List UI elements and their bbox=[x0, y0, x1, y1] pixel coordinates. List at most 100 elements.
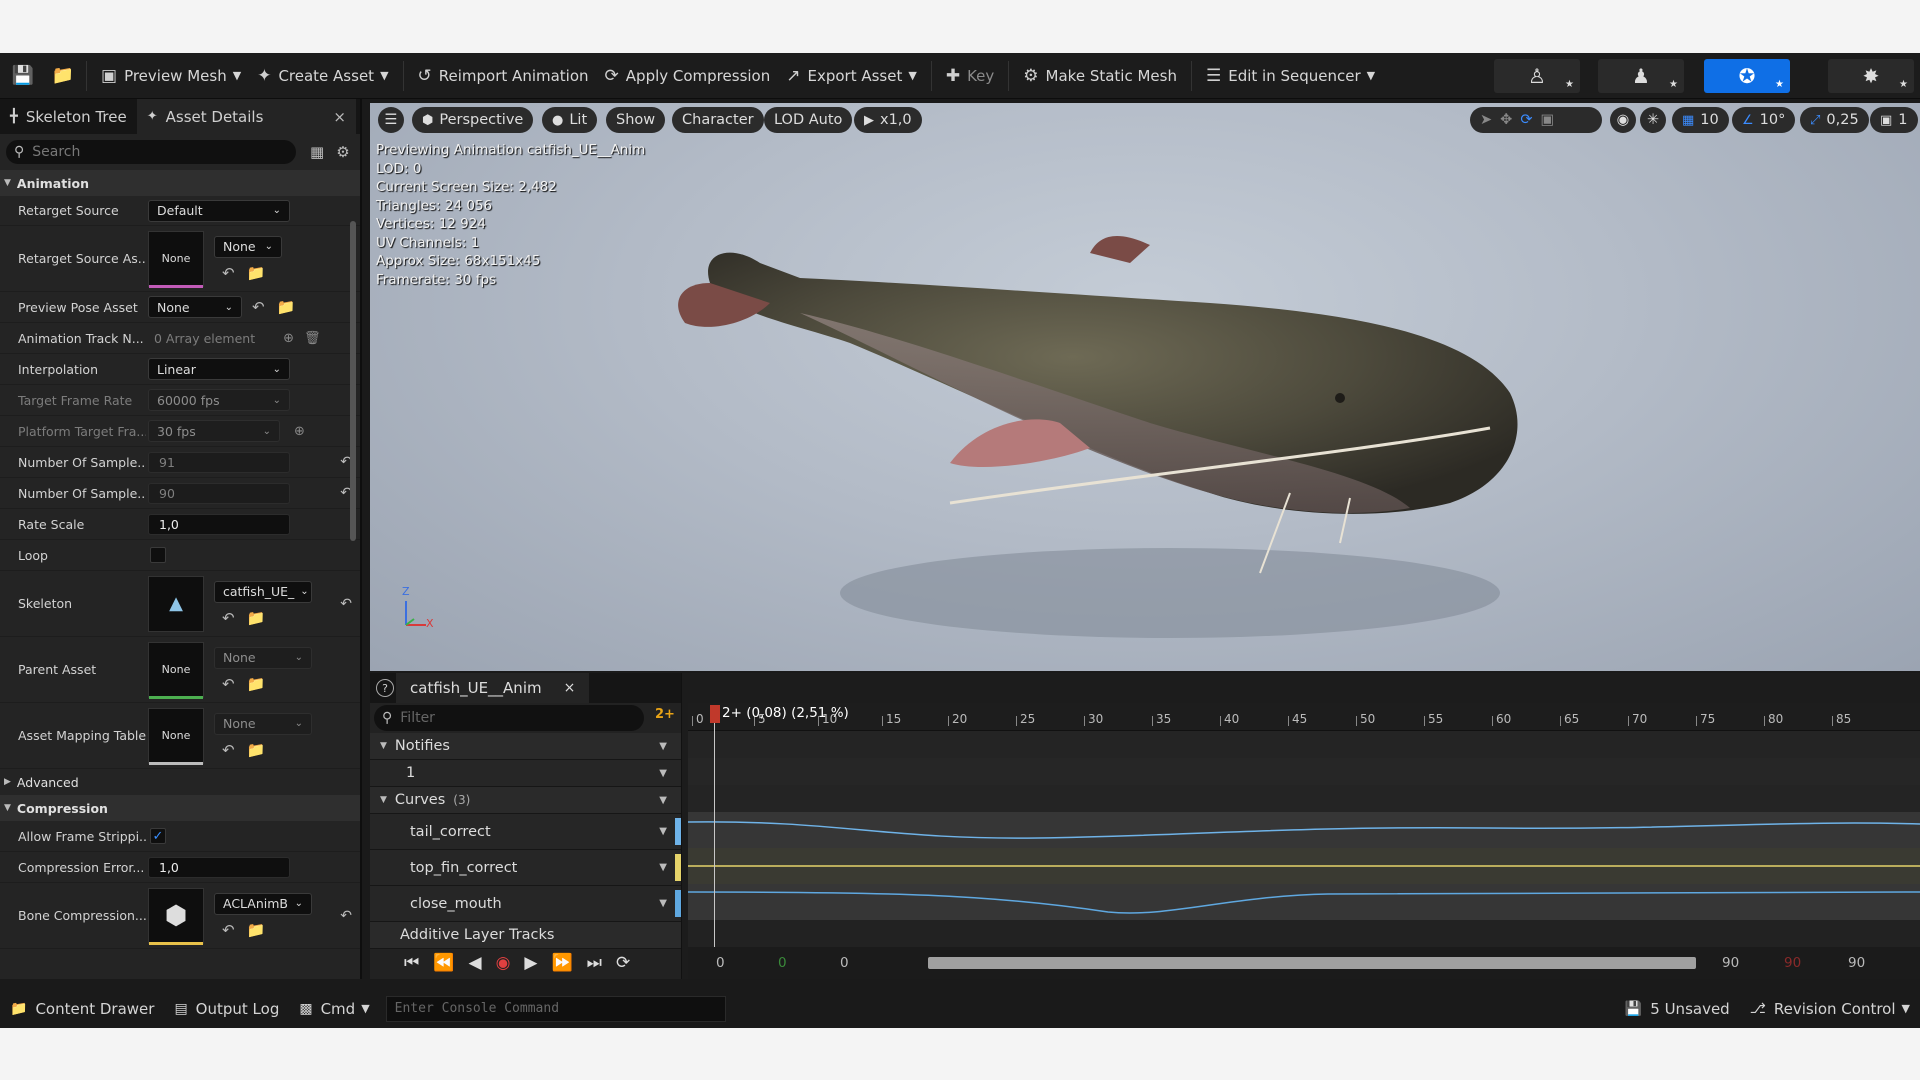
loop-checkbox[interactable] bbox=[150, 547, 166, 563]
asset-mapping-thumbnail[interactable]: None bbox=[148, 707, 204, 765]
step-forward-icon[interactable]: ⏩ bbox=[551, 953, 572, 973]
browse-icon[interactable]: 📁 bbox=[247, 921, 266, 939]
loop-icon[interactable]: ⟳ bbox=[616, 953, 630, 973]
browse-icon[interactable]: 📁 bbox=[247, 675, 266, 693]
playback-speed-button[interactable]: ▶ x1,0 bbox=[854, 107, 922, 133]
asset-thumbnail[interactable]: None bbox=[148, 230, 204, 288]
preview-pose-dropdown[interactable]: None ⌄ bbox=[148, 296, 242, 318]
advanced-category[interactable]: ▶ Advanced bbox=[0, 769, 360, 795]
reset-icon[interactable]: ↶ bbox=[340, 596, 352, 612]
rotation-snap-button[interactable]: ∠ 10° bbox=[1732, 107, 1796, 133]
use-selected-icon[interactable]: ↶ bbox=[222, 675, 235, 693]
use-selected-icon[interactable]: ↶ bbox=[222, 264, 235, 282]
select-icon[interactable]: ➤ bbox=[1480, 112, 1500, 128]
use-selected-icon[interactable]: ↶ bbox=[222, 921, 235, 939]
tail-curve-lane[interactable] bbox=[688, 812, 1920, 848]
surface-snap-button[interactable]: ✳ bbox=[1640, 107, 1666, 133]
skeleton-dropdown[interactable]: catfish_UE_ ⌄ bbox=[214, 580, 312, 603]
range-start[interactable]: 0 bbox=[716, 955, 725, 971]
browse-icon[interactable]: 📁 bbox=[46, 59, 80, 93]
use-selected-icon[interactable]: ↶ bbox=[222, 741, 235, 759]
reset-icon[interactable]: ↶ bbox=[340, 908, 352, 924]
chevron-down-icon[interactable]: ▼ bbox=[659, 826, 667, 837]
perspective-button[interactable]: ⬢ Perspective bbox=[412, 107, 534, 133]
use-selected-icon[interactable]: ↶ bbox=[252, 298, 265, 316]
chevron-down-icon[interactable]: ▼ bbox=[659, 862, 667, 873]
asset-mapping-dropdown[interactable]: None ⌄ bbox=[214, 712, 312, 735]
bone-compression-thumbnail[interactable]: ⬢ bbox=[148, 887, 204, 945]
details-scrollbar[interactable] bbox=[350, 221, 356, 541]
output-log-button[interactable]: ▤ Output Log bbox=[164, 989, 289, 1028]
retarget-source-dropdown[interactable]: Default ⌄ bbox=[148, 199, 290, 222]
tab-asset-details[interactable]: ✦ Asset Details × bbox=[136, 99, 356, 134]
play-reverse-icon[interactable]: ◀ bbox=[468, 953, 481, 973]
animation-category[interactable]: ▼ Animation bbox=[0, 170, 360, 196]
search-input[interactable]: ⚲ Search bbox=[6, 140, 296, 164]
move-icon[interactable]: ✥ bbox=[1500, 112, 1520, 128]
lod-button[interactable]: LOD Auto bbox=[764, 107, 853, 133]
chevron-down-icon[interactable]: ▼ bbox=[659, 741, 667, 752]
curves-track[interactable]: ▼ Curves (3) ▼ bbox=[370, 787, 681, 814]
tab-anim-asset[interactable]: catfish_UE__Anim × bbox=[396, 673, 590, 703]
parent-asset-dropdown[interactable]: None ⌄ bbox=[214, 646, 312, 669]
preview-mesh-button[interactable]: ▣ Preview Mesh ▼ bbox=[93, 59, 249, 93]
curves-lane[interactable] bbox=[688, 785, 1920, 812]
cmd-dropdown[interactable]: ▩ Cmd ▼ bbox=[289, 989, 379, 1028]
physics-mode-button[interactable]: ✸ ★ bbox=[1828, 59, 1914, 93]
skip-to-start-icon[interactable]: ⏮ bbox=[404, 953, 419, 973]
timeline-tracks-area[interactable]: 0 5 10 15 20 25 30 35 40 45 50 55 60 65 … bbox=[688, 703, 1920, 979]
transform-tools[interactable]: ➤ ✥ ⟳ ▣ bbox=[1470, 107, 1602, 133]
time-ruler[interactable]: 0 5 10 15 20 25 30 35 40 45 50 55 60 65 … bbox=[688, 703, 1920, 731]
notifies-lane[interactable] bbox=[688, 731, 1920, 758]
interpolation-dropdown[interactable]: Linear ⌄ bbox=[148, 358, 290, 380]
revision-control-button[interactable]: ⎇ Revision Control ▼ bbox=[1740, 989, 1920, 1028]
scale-snap-button[interactable]: ⤢ 0,25 bbox=[1800, 107, 1869, 133]
content-drawer-button[interactable]: 📁 Content Drawer bbox=[0, 989, 164, 1028]
reimport-animation-button[interactable]: ↺ Reimport Animation bbox=[410, 59, 597, 93]
settings-icon[interactable]: ⚙ bbox=[336, 143, 349, 161]
filter-input[interactable]: ⚲ Filter bbox=[374, 705, 644, 731]
mesh-mode-button[interactable]: ♟ ★ bbox=[1598, 59, 1684, 93]
browse-icon[interactable]: 📁 bbox=[247, 609, 266, 627]
close-icon[interactable]: × bbox=[564, 680, 576, 696]
trash-icon[interactable]: 🗑 bbox=[304, 331, 321, 346]
curve-track-tail[interactable]: tail_correct ▼ bbox=[370, 814, 681, 850]
play-icon[interactable]: ▶ bbox=[524, 953, 537, 973]
use-selected-icon[interactable]: ↶ bbox=[222, 609, 235, 627]
notifies-track[interactable]: ▼ Notifies ▼ bbox=[370, 733, 681, 760]
grid-snap-button[interactable]: ▦ 10 bbox=[1672, 107, 1729, 133]
rotate-icon[interactable]: ⟳ bbox=[1520, 112, 1540, 128]
make-static-mesh-button[interactable]: ⚙ Make Static Mesh bbox=[1015, 59, 1185, 93]
view-start[interactable]: 0 bbox=[840, 955, 849, 971]
skeleton-thumbnail[interactable]: ▲ bbox=[148, 575, 204, 632]
chevron-down-icon[interactable]: ▼ bbox=[659, 795, 667, 806]
skeleton-mode-button[interactable]: ♙ ★ bbox=[1494, 59, 1580, 93]
view-end[interactable]: 90 bbox=[1722, 955, 1739, 971]
record-icon[interactable]: ◉ bbox=[496, 953, 511, 973]
browse-icon[interactable]: 📁 bbox=[277, 298, 296, 316]
chevron-down-icon[interactable]: ▼ bbox=[659, 898, 667, 909]
skip-to-end-icon[interactable]: ⏭ bbox=[587, 953, 602, 973]
camera-speed-button[interactable]: ▣ 1 bbox=[1870, 107, 1918, 133]
range-start-green[interactable]: 0 bbox=[778, 955, 787, 971]
parent-asset-thumbnail[interactable]: None bbox=[148, 641, 204, 699]
allow-frame-strip-checkbox[interactable]: ✓ bbox=[150, 828, 166, 844]
character-button[interactable]: Character bbox=[672, 107, 764, 133]
asset-picker-dropdown[interactable]: None ⌄ bbox=[214, 235, 282, 258]
range-end-red[interactable]: 90 bbox=[1784, 955, 1801, 971]
close-mouth-curve-lane[interactable] bbox=[688, 884, 1920, 920]
add-element-icon[interactable]: ⊕ bbox=[294, 424, 305, 439]
compression-error-field[interactable]: 1,0 bbox=[148, 856, 290, 878]
curve-track-close-mouth[interactable]: close_mouth ▼ bbox=[370, 886, 681, 922]
table-view-icon[interactable]: ▦ bbox=[310, 143, 324, 161]
show-button[interactable]: Show bbox=[606, 107, 666, 133]
playhead-handle[interactable] bbox=[710, 705, 720, 723]
create-asset-button[interactable]: ✦ Create Asset ▼ bbox=[249, 59, 396, 93]
animation-mode-button[interactable]: ✪ ★ bbox=[1704, 59, 1790, 93]
apply-compression-button[interactable]: ⟳ Apply Compression bbox=[597, 59, 779, 93]
local-space-button[interactable]: ◉ bbox=[1610, 107, 1636, 133]
scale-icon[interactable]: ▣ bbox=[1540, 112, 1562, 128]
chevron-down-icon[interactable]: ▼ bbox=[659, 768, 667, 779]
browse-icon[interactable]: 📁 bbox=[247, 741, 266, 759]
notify-track-row[interactable]: 1 ▼ bbox=[370, 760, 681, 787]
